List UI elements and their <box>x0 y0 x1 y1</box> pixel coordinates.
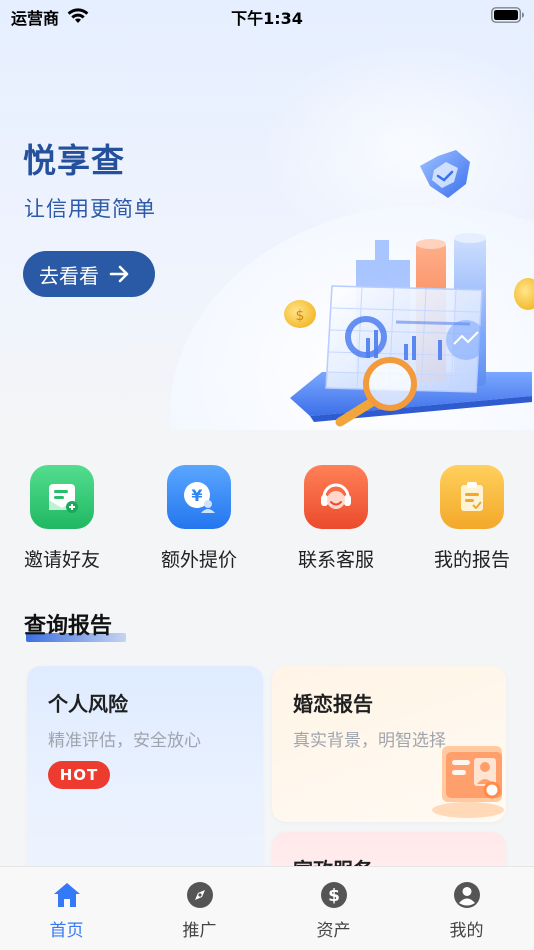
hot-badge: HOT <box>48 761 110 789</box>
arrow-right-icon <box>109 265 129 283</box>
action-invite-friend[interactable]: 邀请好友 <box>0 465 124 577</box>
go-see-button-label: 去看看 <box>39 263 99 288</box>
my-report-icon <box>440 465 504 529</box>
tab-home-label: 首页 <box>49 921 84 941</box>
status-time: 下午1:34 <box>231 9 303 28</box>
report-section-title: 查询报告 <box>24 614 113 639</box>
profile-card-icon <box>432 746 504 818</box>
action-customer-service[interactable]: 联系客服 <box>274 465 398 577</box>
credit-report-illustration: $ <box>284 150 534 427</box>
tab-promote-label: 推广 <box>182 921 217 941</box>
card-personal-risk-title: 个人风险 <box>48 692 128 716</box>
card-personal-risk[interactable]: 个人风险 精准评估，安全放心 HOT <box>27 666 263 896</box>
bottom-tab-bar: 首页 推广 $ 资产 我的 <box>0 866 534 950</box>
action-my-report[interactable]: 我的报告 <box>410 465 534 577</box>
action-invite-friend-label: 邀请好友 <box>23 549 100 571</box>
tab-assets-label: 资产 <box>316 921 351 941</box>
quick-actions: 邀请好友 ¥ 额外提价 联系客服 我的报告 <box>0 465 534 580</box>
battery-icon <box>491 7 524 23</box>
app-title: 悦享查 <box>23 141 125 180</box>
tab-home[interactable]: 首页 <box>0 867 133 950</box>
svg-text:¥: ¥ <box>191 486 202 505</box>
status-bar: 运营商 下午1:34 <box>0 0 534 30</box>
customer-service-icon <box>304 465 368 529</box>
card-marriage-report[interactable]: 婚恋报告 真实背景，明智选择 <box>272 666 506 822</box>
action-extra-price-label: 额外提价 <box>160 549 237 571</box>
compass-icon <box>186 882 213 908</box>
card-personal-risk-subtitle: 精准评估，安全放心 <box>48 731 201 751</box>
hero-banner: 运营商 下午1:34 悦享查 让信用更简单 去看看 $ <box>0 0 534 430</box>
svg-text:$: $ <box>328 886 340 906</box>
app-slogan: 让信用更简单 <box>24 197 156 221</box>
extra-price-icon: ¥ <box>167 465 231 529</box>
go-see-button[interactable]: 去看看 <box>23 251 155 297</box>
action-my-report-label: 我的报告 <box>433 549 510 571</box>
dollar-icon: $ <box>320 882 347 908</box>
user-icon <box>453 882 480 908</box>
tab-mine-label: 我的 <box>449 921 484 941</box>
tab-promote[interactable]: 推广 <box>133 867 266 950</box>
invite-friend-icon <box>30 465 94 529</box>
card-marriage-report-title: 婚恋报告 <box>293 692 373 716</box>
tab-mine[interactable]: 我的 <box>400 867 533 950</box>
tab-assets[interactable]: $ 资产 <box>267 867 400 950</box>
action-customer-service-label: 联系客服 <box>297 549 374 571</box>
home-icon <box>53 883 80 907</box>
svg-text:$: $ <box>296 308 305 324</box>
action-extra-price[interactable]: ¥ 额外提价 <box>137 465 261 577</box>
